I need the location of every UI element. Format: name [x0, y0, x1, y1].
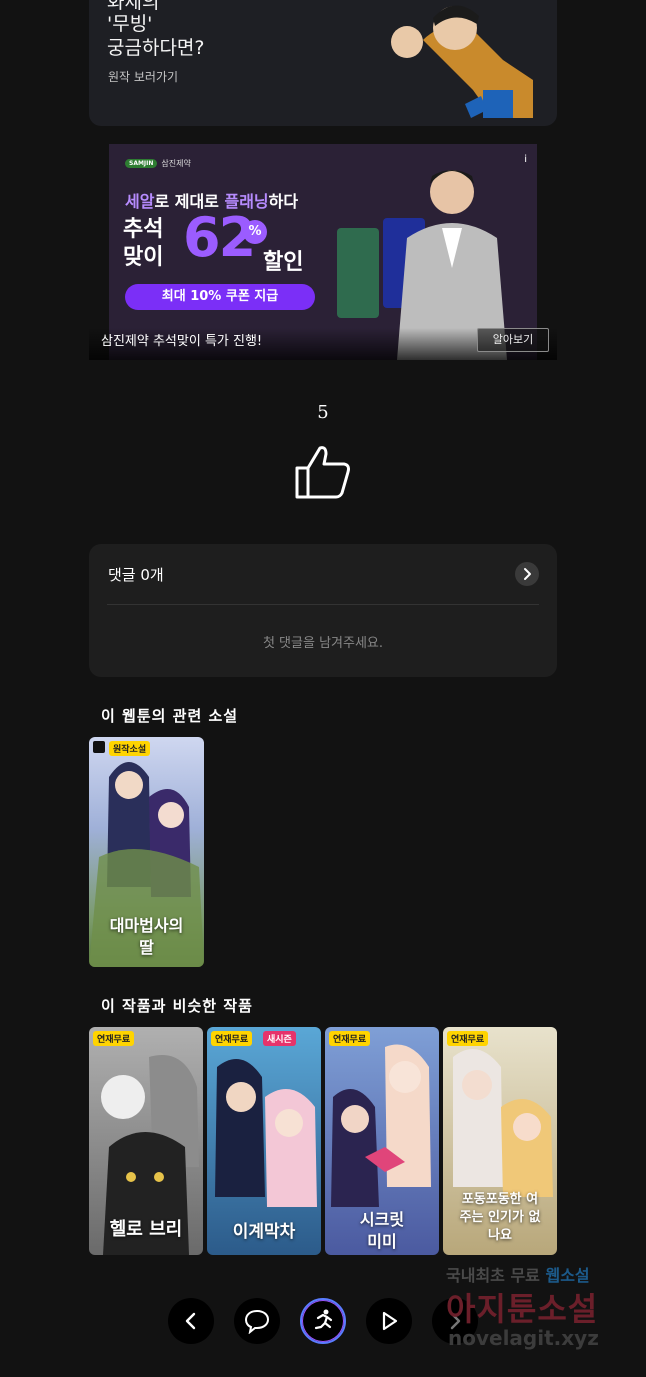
comments-title: 댓글 0개 [108, 566, 164, 584]
ad-coupon-pill: 최대 10% 쿠폰 지급 [125, 284, 315, 310]
series-logo-icon [93, 741, 105, 753]
work-title: 이계막차 [232, 1222, 296, 1242]
ad-occasion: 추석 맞이 [123, 216, 163, 272]
ad-brand-pill: SAMJIN [125, 159, 158, 168]
free-badge: 연재무료 [211, 1031, 253, 1046]
chevron-right-icon [524, 568, 531, 580]
ad-discount-suffix: 할인 [263, 250, 304, 275]
similar-work-card[interactable]: 연재무료 시크릿 미미 [325, 1027, 439, 1255]
ad-occasion-line-a: 추석 [123, 217, 164, 242]
work-title: 포동포동한 여주는 인기가 없나요 [459, 1192, 541, 1243]
watermark-line-1: 국내최초 무료 웹소설 [446, 1262, 590, 1286]
prev-episode-button[interactable] [168, 1298, 214, 1344]
new-season-badge: 새시즌 [263, 1031, 296, 1046]
related-novel-card[interactable]: 원작소설 대마법사의 딸 [89, 737, 204, 967]
similar-work-card[interactable]: 연재무료 헬로 브리 [89, 1027, 203, 1255]
character-illustration [391, 5, 533, 118]
comments-empty-message: 첫 댓글을 남겨주세요. [262, 636, 384, 651]
comment-icon [244, 1309, 270, 1334]
promo-link[interactable]: 원작 보러가기 [108, 68, 178, 85]
ad-occasion-line-b: 맞이 [123, 245, 164, 270]
related-novel-title: 이 웹툰의 관련 소설 [101, 707, 239, 725]
original-novel-badge: 원작소설 [109, 741, 151, 756]
work-title: 시크릿 미미 [359, 1210, 405, 1251]
promo-line-3: 궁금하다면? [107, 37, 205, 59]
auto-scroll-button[interactable] [300, 1298, 346, 1344]
similar-work-card[interactable]: 연재무료 새시즌 이계막차 [207, 1027, 321, 1255]
like-count: 5 [317, 402, 329, 423]
watermark-line-3: novelagit.xyz [448, 1326, 599, 1350]
work-title: 헬로 브리 [109, 1219, 183, 1240]
comment-button[interactable] [234, 1298, 280, 1344]
ad-brand-name: 삼진제약 [161, 159, 191, 168]
play-button[interactable] [366, 1298, 412, 1344]
novel-title: 대마법사의 딸 [109, 916, 184, 957]
comments-divider [107, 604, 539, 605]
free-badge: 연재무료 [329, 1031, 371, 1046]
play-icon [382, 1311, 398, 1331]
watermark-line-1-prefix: 국내최초 무료 [446, 1266, 540, 1285]
original-work-promo-card[interactable]: 화제의 '무빙' 궁금하다면? 원작 보러가기 [89, 0, 557, 126]
ad-headline-highlight-1: 세알 [125, 192, 155, 211]
comments-more-button[interactable] [515, 562, 539, 586]
comments-section: 댓글 0개 첫 댓글을 남겨주세요. [89, 544, 557, 677]
running-icon [314, 1309, 333, 1330]
ad-headline-part: 하다 [268, 192, 299, 211]
product-box-green [337, 228, 379, 318]
free-badge: 연재무료 [447, 1031, 489, 1046]
ad-info-icon[interactable]: i [524, 154, 527, 165]
site-watermark: 국내최초 무료 웹소설 아지툰소설 novelagit.xyz [446, 1262, 624, 1354]
chevron-left-icon [185, 1312, 196, 1330]
ad-brand-logo: SAMJIN 삼진제약 [125, 158, 191, 169]
watermark-line-2: 아지툰소설 [446, 1290, 599, 1328]
similar-work-card[interactable]: 연재무료 포동포동한 여주는 인기가 없나요 [443, 1027, 557, 1255]
thumbs-up-icon[interactable] [294, 444, 352, 500]
ad-discount-pct: % [243, 220, 267, 244]
similar-works-title: 이 작품과 비슷한 작품 [101, 997, 253, 1015]
watermark-line-1-suffix: 웹소설 [545, 1266, 590, 1285]
ad-caption: 삼진제약 추석맞이 특가 진행! [101, 334, 263, 349]
free-badge: 연재무료 [93, 1031, 135, 1046]
ad-learn-more-button[interactable]: 알아보기 [477, 328, 549, 352]
promo-line-2: '무빙' [107, 13, 153, 35]
ad-banner[interactable]: SAMJIN 삼진제약 세알로 제대로 플래닝하다 추석 맞이 62 % 할인 … [89, 144, 557, 360]
